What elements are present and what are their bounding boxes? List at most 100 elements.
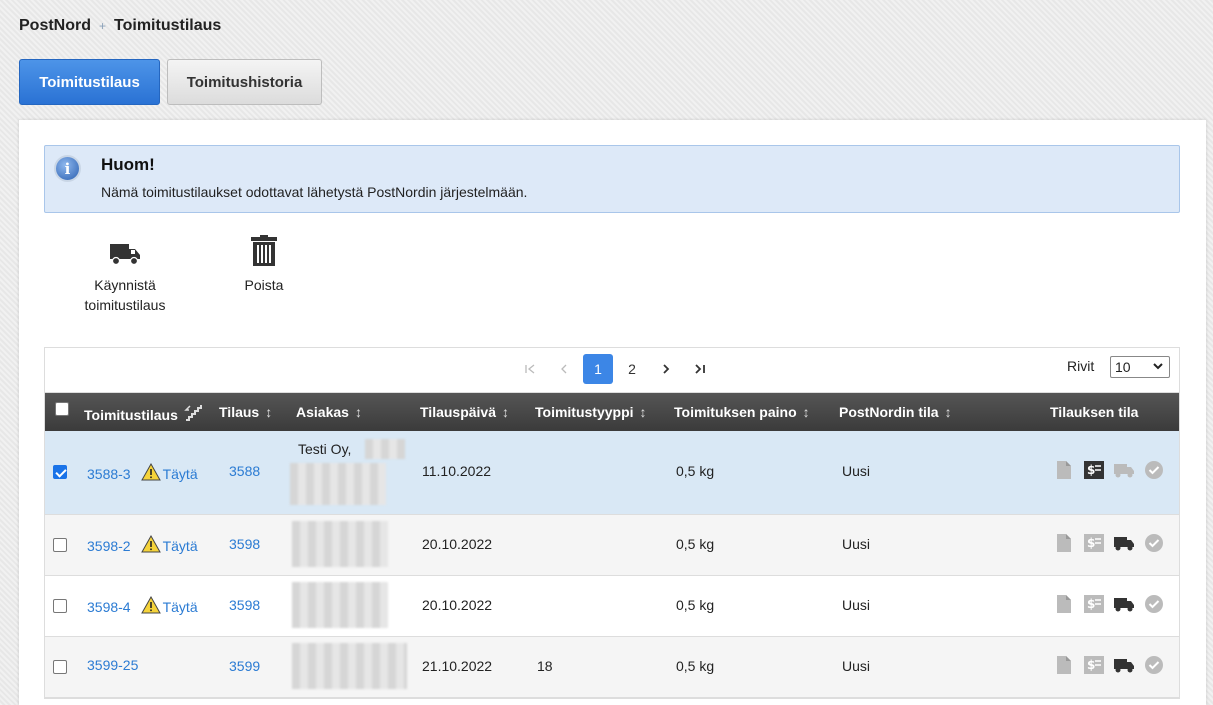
table-row[interactable]: 3598-2 Täytä 3598 20.10.2022 0,5 kg Uusi… (45, 515, 1179, 576)
row-checkbox[interactable] (53, 599, 67, 613)
next-page-icon[interactable] (651, 354, 681, 384)
check-circle-icon[interactable] (1143, 460, 1165, 480)
invoice-icon[interactable]: $ (1083, 460, 1105, 480)
document-icon[interactable] (1053, 533, 1075, 553)
col-tilauspaiva-label: Tilauspäivä (420, 404, 497, 420)
check-circle-icon[interactable] (1143, 655, 1165, 675)
warning-icon (140, 534, 161, 556)
tab-toimitushistoria[interactable]: Toimitushistoria (167, 59, 322, 105)
fill-warning[interactable]: Täytä (140, 595, 198, 617)
col-toimitustilaus[interactable]: Toimitustilaus (84, 404, 204, 425)
invoice-icon[interactable]: $ (1083, 655, 1105, 675)
row-checkbox[interactable] (53, 465, 67, 479)
sort-icon: ↕ (354, 404, 362, 420)
rows-per-page-select[interactable]: 10 (1110, 356, 1170, 378)
pager-bar: 1 2 Rivit 10 (45, 348, 1179, 393)
col-asiakas[interactable]: Asiakas ↕ (296, 404, 362, 420)
col-tilaus-label: Tilaus (219, 404, 260, 420)
warning-icon (140, 462, 161, 484)
svg-text:$: $ (1087, 658, 1095, 672)
start-delivery-button[interactable]: Käynnistä toimitustilaus (77, 235, 173, 315)
sort-icon: ↕ (944, 404, 952, 420)
weight: 0,5 kg (676, 597, 715, 613)
first-page-icon[interactable] (515, 354, 545, 384)
truck-icon[interactable] (1113, 460, 1135, 480)
check-circle-icon[interactable] (1143, 533, 1165, 553)
col-tilaus[interactable]: Tilaus ↕ (219, 404, 272, 420)
col-postnord-tila[interactable]: PostNordin tila ↕ (839, 404, 952, 420)
order-date: 20.10.2022 (422, 597, 493, 613)
col-postnord-tila-label: PostNordin tila (839, 404, 939, 420)
warning-label: Täytä (162, 598, 198, 615)
col-paino-label: Toimituksen paino (674, 404, 797, 420)
last-page-icon[interactable] (685, 354, 715, 384)
status-icons: $ (1053, 594, 1165, 614)
order-link[interactable]: 3598-2 (87, 538, 131, 554)
document-icon[interactable] (1053, 594, 1075, 614)
tilaus-link[interactable]: 3588 (229, 463, 260, 479)
svg-text:$: $ (1087, 536, 1095, 550)
delete-button[interactable]: Poista (234, 235, 294, 295)
col-paino[interactable]: Toimituksen paino ↕ (674, 404, 810, 420)
invoice-icon[interactable]: $ (1083, 533, 1105, 553)
redacted-customer (292, 643, 407, 689)
warning-label: Täytä (162, 537, 198, 554)
row-checkbox[interactable] (53, 660, 67, 674)
svg-text:$: $ (1087, 463, 1095, 477)
weight: 0,5 kg (676, 463, 715, 479)
select-all-checkbox[interactable] (55, 402, 69, 416)
prev-page-icon[interactable] (549, 354, 579, 384)
order-link[interactable]: 3599-25 (87, 657, 138, 673)
notice-text: Nämä toimitustilaukset odottavat lähetys… (101, 184, 528, 200)
breadcrumb-root[interactable]: PostNord (19, 17, 91, 35)
redacted-customer (365, 439, 405, 459)
truck-icon[interactable] (1113, 594, 1135, 614)
page-2-button[interactable]: 2 (617, 354, 647, 384)
page-title: Toimitustilaus (114, 17, 222, 34)
col-tilauksen-tila-label: Tilauksen tila (1050, 404, 1139, 420)
postnord-status: Uusi (842, 597, 871, 613)
postnord-status: Uusi (842, 463, 871, 479)
delivery-type: 18 (537, 658, 553, 674)
check-circle-icon[interactable] (1143, 594, 1165, 614)
notice-title: Huom! (101, 155, 155, 174)
tilaus-link[interactable]: 3599 (229, 658, 260, 674)
customer-name: Testi Oy, (298, 441, 352, 457)
col-toimitustyyppi[interactable]: Toimitustyyppi ↕ (535, 404, 647, 420)
fill-warning[interactable]: Täytä (140, 462, 198, 484)
sort-icon: ↕ (639, 404, 647, 420)
table-row[interactable]: 3588-3 Täytä 3588 Testi Oy, 11.10.2022 0… (45, 431, 1179, 515)
document-icon[interactable] (1053, 655, 1075, 675)
rows-per-page-value: 10 (1115, 359, 1131, 375)
delete-label: Poista (244, 277, 284, 293)
invoice-icon[interactable]: $ (1083, 594, 1105, 614)
status-icons: $ (1053, 533, 1165, 553)
truck-icon[interactable] (1113, 655, 1135, 675)
document-icon[interactable] (1053, 460, 1075, 480)
page-1-button[interactable]: 1 (583, 354, 613, 384)
order-link[interactable]: 3598-4 (87, 599, 131, 615)
truck-icon[interactable] (1113, 533, 1135, 553)
start-delivery-label-line2: toimitustilaus (84, 297, 166, 313)
tilaus-link[interactable]: 3598 (229, 597, 260, 613)
fill-warning[interactable]: Täytä (140, 534, 198, 556)
order-link[interactable]: 3588-3 (87, 466, 131, 482)
sort-icon: ↕ (265, 404, 273, 420)
order-date: 11.10.2022 (422, 463, 492, 479)
tilaus-link[interactable]: 3598 (229, 536, 260, 552)
col-tilauspaiva[interactable]: Tilauspäivä ↕ (420, 404, 509, 420)
col-tilauksen-tila: Tilauksen tila (1050, 404, 1138, 420)
table-row[interactable]: 3598-4 Täytä 3598 20.10.2022 0,5 kg Uusi… (45, 576, 1179, 637)
warning-icon (140, 595, 161, 617)
col-toimitustilaus-label: Toimitustilaus (84, 406, 178, 423)
table-row[interactable]: 3599-25 3599 21.10.2022 18 0,5 kg Uusi $ (45, 637, 1179, 698)
tab-bar: Toimitustilaus Toimitushistoria (19, 59, 322, 105)
row-checkbox[interactable] (53, 538, 67, 552)
order-date: 21.10.2022 (422, 658, 493, 674)
tab-toimitustilaus[interactable]: Toimitustilaus (19, 59, 160, 105)
weight: 0,5 kg (676, 536, 715, 552)
chevron-down-icon (1152, 360, 1164, 375)
weight: 0,5 kg (676, 658, 715, 674)
postnord-status: Uusi (842, 658, 871, 674)
redacted-customer (292, 582, 388, 628)
